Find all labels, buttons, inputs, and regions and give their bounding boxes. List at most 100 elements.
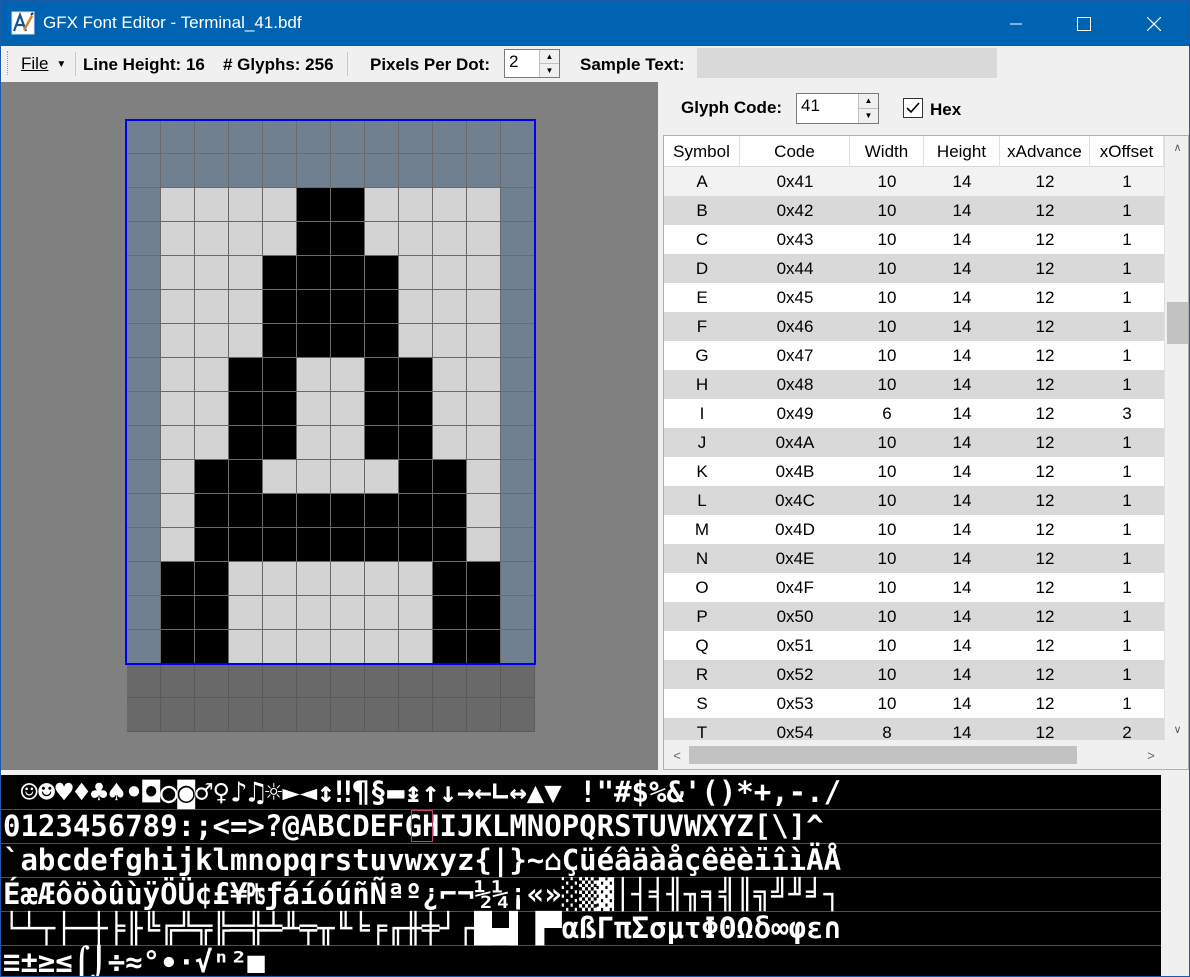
pixel-cell[interactable] [161, 562, 195, 596]
strip-scrollbar[interactable] [1161, 775, 1189, 976]
pixel-cell[interactable] [229, 664, 263, 698]
glyph-preview-strip[interactable]: ☺☻♥♦♣♠•◘○◙♂♀♪♫☼►◄↕‼¶§▬↨↑↓→←∟↔▲▼ !"#$%&'(… [1, 775, 1189, 976]
pixel-cell[interactable] [229, 562, 263, 596]
pixel-cell[interactable] [161, 460, 195, 494]
pixel-cell[interactable] [467, 630, 501, 664]
pixel-cell[interactable] [195, 698, 229, 732]
pixel-cell[interactable] [399, 494, 433, 528]
pixel-cell[interactable] [399, 358, 433, 392]
pixel-cell[interactable] [365, 290, 399, 324]
pixel-cell[interactable] [127, 256, 161, 290]
pixel-cell[interactable] [433, 392, 467, 426]
pixel-cell[interactable] [331, 358, 365, 392]
pixel-cell[interactable] [127, 460, 161, 494]
pixel-cell[interactable] [365, 392, 399, 426]
pixel-cell[interactable] [161, 154, 195, 188]
pixel-cell[interactable] [331, 630, 365, 664]
pixel-cell[interactable] [229, 256, 263, 290]
pixel-cell[interactable] [331, 188, 365, 222]
pixel-cell[interactable] [433, 596, 467, 630]
pixel-cell[interactable] [467, 596, 501, 630]
table-row[interactable]: D 0x44 10 14 12 1 [664, 254, 1164, 283]
pixel-cell[interactable] [399, 256, 433, 290]
pixel-cell[interactable] [263, 256, 297, 290]
scroll-down-icon[interactable]: ∨ [1165, 718, 1188, 740]
pixel-cell[interactable] [161, 494, 195, 528]
pixel-cell[interactable] [501, 324, 535, 358]
scroll-up-icon[interactable]: ∧ [1165, 136, 1188, 158]
pixel-cell[interactable] [297, 324, 331, 358]
pixel-cell[interactable] [229, 460, 263, 494]
pixel-cell[interactable] [399, 426, 433, 460]
spin-up-icon[interactable]: ▲ [540, 50, 559, 64]
pixel-cell[interactable] [297, 222, 331, 256]
pixel-cell[interactable] [297, 528, 331, 562]
pixel-cell[interactable] [399, 392, 433, 426]
pixel-cell[interactable] [229, 120, 263, 154]
pixel-cell[interactable] [263, 324, 297, 358]
pixel-cell[interactable] [297, 188, 331, 222]
pixel-cell[interactable] [467, 698, 501, 732]
pixel-cell[interactable] [161, 664, 195, 698]
pixel-cell[interactable] [195, 460, 229, 494]
scroll-left-icon[interactable]: < [666, 740, 688, 769]
pixel-cell[interactable] [297, 460, 331, 494]
scrollbar-thumb[interactable] [1167, 302, 1188, 344]
column-header[interactable]: Width [850, 136, 924, 167]
pixel-cell[interactable] [331, 664, 365, 698]
pixel-cell[interactable] [501, 596, 535, 630]
pixel-cell[interactable] [297, 562, 331, 596]
pixel-cell[interactable] [331, 154, 365, 188]
pixel-cell[interactable] [433, 290, 467, 324]
pixel-cell[interactable] [399, 562, 433, 596]
pixel-cell[interactable] [365, 154, 399, 188]
pixel-cell[interactable] [161, 426, 195, 460]
pixel-cell[interactable] [467, 392, 501, 426]
pixel-cell[interactable] [467, 528, 501, 562]
glyph-row[interactable]: ☺☻♥♦♣♠•◘○◙♂♀♪♫☼►◄↕‼¶§▬↨↑↓→←∟↔▲▼ !"#$%&'(… [3, 775, 841, 809]
pixel-cell[interactable] [501, 256, 535, 290]
pixel-cell[interactable] [365, 358, 399, 392]
pixel-cell[interactable] [467, 494, 501, 528]
pixel-cell[interactable] [331, 562, 365, 596]
pixel-cell[interactable] [399, 154, 433, 188]
pixel-cell[interactable] [501, 188, 535, 222]
pixel-cell[interactable] [365, 698, 399, 732]
pixel-cell[interactable] [365, 426, 399, 460]
pixel-cell[interactable] [433, 154, 467, 188]
pixel-cell[interactable] [229, 698, 263, 732]
column-header[interactable]: Height [924, 136, 1000, 167]
spin-down-icon[interactable]: ▼ [540, 63, 559, 77]
pixel-cell[interactable] [297, 392, 331, 426]
pixel-cell[interactable] [365, 460, 399, 494]
table-row[interactable]: S 0x53 10 14 12 1 [664, 689, 1164, 718]
pixel-cell[interactable] [229, 290, 263, 324]
pixel-cell[interactable] [297, 358, 331, 392]
pixel-cell[interactable] [433, 120, 467, 154]
pixel-cell[interactable] [127, 324, 161, 358]
pixel-cell[interactable] [467, 188, 501, 222]
pixel-cell[interactable] [399, 630, 433, 664]
glyph-editor-canvas[interactable] [1, 82, 658, 770]
pixel-cell[interactable] [433, 358, 467, 392]
pixel-cell[interactable] [433, 256, 467, 290]
table-row[interactable]: G 0x47 10 14 12 1 [664, 341, 1164, 370]
table-row[interactable]: I 0x49 6 14 12 3 [664, 399, 1164, 428]
table-row[interactable]: Q 0x51 10 14 12 1 [664, 631, 1164, 660]
close-button[interactable] [1131, 1, 1177, 46]
pixel-cell[interactable] [501, 222, 535, 256]
pixel-cell[interactable] [365, 562, 399, 596]
pixel-cell[interactable] [365, 120, 399, 154]
pixel-cell[interactable] [127, 392, 161, 426]
pixel-cell[interactable] [331, 528, 365, 562]
pixel-cell[interactable] [297, 154, 331, 188]
pixel-cell[interactable] [161, 698, 195, 732]
pixel-cell[interactable] [365, 324, 399, 358]
pixel-cell[interactable] [161, 358, 195, 392]
pixel-cell[interactable] [161, 256, 195, 290]
hex-checkbox[interactable] [903, 98, 923, 118]
pixel-cell[interactable] [161, 392, 195, 426]
table-row[interactable]: O 0x4F 10 14 12 1 [664, 573, 1164, 602]
pixel-cell[interactable] [127, 358, 161, 392]
pixel-cell[interactable] [161, 222, 195, 256]
